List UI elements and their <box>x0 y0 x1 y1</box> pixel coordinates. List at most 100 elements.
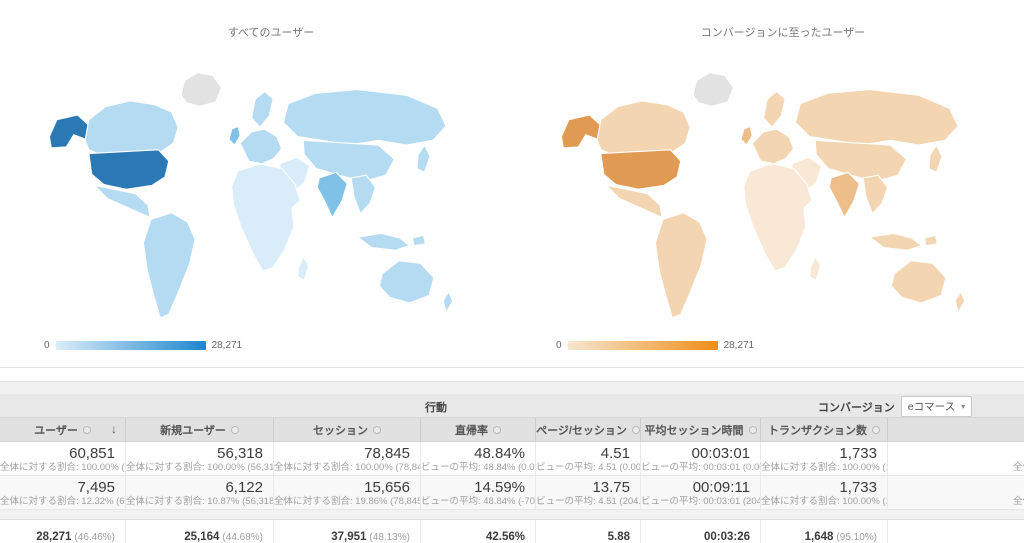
world-map-svg[interactable] <box>540 52 1002 334</box>
table-gap-band <box>0 510 1024 520</box>
cell-value: 1,733 <box>839 445 877 462</box>
column-header-label: セッション <box>313 424 368 437</box>
column-header-new-users[interactable]: 新規ユーザー <box>125 418 273 441</box>
legend-max-label: 28,271 <box>211 340 243 351</box>
table-row: 7,495 全体に対する割合: 12.32% (60,851) 6,122 全体… <box>0 476 1024 510</box>
column-header-avg-session-duration[interactable]: 平均セッション時間 <box>640 418 760 441</box>
world-map-svg[interactable] <box>28 52 490 334</box>
cell-subtext: ビューの平均: 00:03:01 (0.00%) <box>641 462 760 473</box>
info-icon[interactable] <box>872 425 880 434</box>
column-header-label: 直帰率 <box>455 424 488 437</box>
table-row: 60,851 全体に対する割合: 100.00% (60,851) 56,318… <box>0 442 1024 476</box>
table-summary-row: 28,271 (46.46%) 25,164 (44.68%) 37,951 (48.… <box>0 520 1024 543</box>
summary-avg-session-duration: 00:03:26 <box>640 520 760 543</box>
cell-sessions: 78,845 全体に対する割合: 100.00% (78,845) <box>273 442 420 475</box>
summary-clipped <box>887 520 1024 543</box>
column-header-users[interactable]: ユーザー ↓ <box>0 418 125 441</box>
cell-subtext: 全体に対する割合: 10.87% (56,318) <box>126 496 273 507</box>
behavior-group-label: 行動 <box>425 402 447 414</box>
maps-section: すべてのユーザー 0 28,271 コンバージョンに至ったユーザー 0 28,2… <box>0 0 1024 368</box>
info-icon[interactable] <box>230 425 239 434</box>
cell-pages-per-session: 4.51 ビューの平均: 4.51 (0.00%) <box>535 442 640 475</box>
cell-subtext: 全体に対する割合: 100.00% (56,318) <box>126 462 273 473</box>
table-top-spacer <box>0 368 1024 381</box>
column-header-transactions[interactable]: トランザクション数 <box>760 418 887 441</box>
info-icon[interactable] <box>373 425 381 434</box>
cell-value: 15,656 <box>364 479 410 496</box>
map-legend-all-users: 0 28,271 <box>44 340 242 351</box>
cell-value: 6,122 <box>225 479 263 496</box>
cell-transactions: 1,733 全体に対する割合: 100.00% (1,733) <box>760 476 887 509</box>
cell-bounce-rate: 48.84% ビューの平均: 48.84% (0.00%) <box>420 442 535 475</box>
table-toolbar-band <box>0 381 1024 394</box>
column-header-label: 平均セッション時間 <box>644 424 744 437</box>
summary-value: 37,951 <box>331 531 367 543</box>
column-header-pages-per-session[interactable]: ページ/セッション <box>535 418 640 441</box>
summary-new-users: 25,164 (44.68%) <box>125 520 273 543</box>
info-icon[interactable] <box>82 425 91 434</box>
cell-subtext: ビューの平均: 4.51 (204.89%) <box>536 496 640 507</box>
cell-clipped: 全体に <box>887 476 1024 509</box>
chevron-down-icon: ▾ <box>961 402 966 411</box>
summary-value: 42.56% <box>485 531 525 543</box>
cell-subtext: 全体に対する割合: 19.86% (78,845) <box>274 496 420 507</box>
summary-value: 5.88 <box>607 531 630 543</box>
conversion-group: コンバージョン eコマース ▾ <box>818 396 973 417</box>
info-icon[interactable] <box>631 425 640 434</box>
cell-subtext: 全体に対する割合: 12.32% (60,851) <box>0 496 125 507</box>
cell-value: 1,733 <box>839 479 877 496</box>
cell-new-users: 56,318 全体に対する割合: 100.00% (56,318) <box>125 442 273 475</box>
cell-value: 78,845 <box>364 445 410 462</box>
cell-subtext: ビューの平均: 4.51 (0.00%) <box>536 462 640 473</box>
column-header-sessions[interactable]: セッション <box>273 418 420 441</box>
cell-value: 7,495 <box>77 479 115 496</box>
summary-percent: (44.68%) <box>222 532 263 543</box>
conversion-group-label: コンバージョン <box>818 401 895 414</box>
map-panel-converted-users: コンバージョンに至ったユーザー 0 28,271 <box>512 0 1024 367</box>
cell-new-users: 6,122 全体に対する割合: 10.87% (56,318) <box>125 476 273 509</box>
summary-value: 00:03:26 <box>703 531 750 543</box>
sort-descending-icon[interactable]: ↓ <box>111 422 117 436</box>
column-header-clipped <box>887 418 1024 441</box>
cell-subtext: 全体に対する割合: 100.00% (1,733) <box>761 462 887 473</box>
column-header-label: トランザクション数 <box>768 424 867 437</box>
cell-value: 14.59% <box>474 479 525 496</box>
cell-value: 13.75 <box>592 479 630 496</box>
cell-subtext: ビューの平均: 00:03:01 (204.47%) <box>641 496 760 507</box>
map-legend-converted-users: 0 28,271 <box>556 340 754 351</box>
summary-value: 28,271 <box>36 531 72 543</box>
summary-percent: (95.10%) <box>836 532 877 543</box>
cell-subtext: ビューの平均: 48.84% (-70.13%) <box>421 496 535 507</box>
conversion-goal-value: eコマース <box>907 401 956 413</box>
summary-bounce-rate: 42.56% <box>420 520 535 543</box>
info-icon[interactable] <box>493 425 501 434</box>
legend-max-label: 28,271 <box>723 340 755 351</box>
column-header-bounce-rate[interactable]: 直帰率 <box>420 418 535 441</box>
cell-transactions: 1,733 全体に対する割合: 100.00% (1,733) <box>760 442 887 475</box>
cell-value: 48.84% <box>474 445 525 462</box>
cell-value: 00:09:11 <box>692 479 750 496</box>
world-map-all-users[interactable] <box>28 52 490 334</box>
cell-subtext: 全体に <box>1013 496 1024 507</box>
legend-gradient-bar <box>55 341 206 350</box>
info-icon[interactable] <box>748 425 757 434</box>
cell-clipped: 全体に <box>887 442 1024 475</box>
map-panel-all-users: すべてのユーザー 0 28,271 <box>0 0 512 367</box>
cell-subtext: 全体に対する割合: 100.00% (78,845) <box>274 462 420 473</box>
map-title-converted-users: コンバージョンに至ったユーザー <box>700 27 866 39</box>
cell-value: 60,851 <box>69 445 115 462</box>
cell-pages-per-session: 13.75 ビューの平均: 4.51 (204.89%) <box>535 476 640 509</box>
cell-subtext: 全体に対する割合: 100.00% (1,733) <box>761 496 887 507</box>
conversion-goal-dropdown[interactable]: eコマース ▾ <box>900 396 973 417</box>
cell-users: 7,495 全体に対する割合: 12.32% (60,851) <box>0 476 125 509</box>
column-header-label: ページ/セッション <box>536 424 627 437</box>
world-map-converted-users[interactable] <box>540 52 1002 334</box>
cell-subtext: 全体に <box>1013 462 1024 473</box>
column-header-label: 新規ユーザー <box>160 424 226 437</box>
cell-subtext: ビューの平均: 48.84% (0.00%) <box>421 462 535 473</box>
map-title-all-users: すべてのユーザー <box>227 27 315 39</box>
summary-percent: (46.46%) <box>74 532 115 543</box>
cell-bounce-rate: 14.59% ビューの平均: 48.84% (-70.13%) <box>420 476 535 509</box>
cell-sessions: 15,656 全体に対する割合: 19.86% (78,845) <box>273 476 420 509</box>
analytics-geo-comparison-screen: すべてのユーザー 0 28,271 コンバージョンに至ったユーザー 0 28,2… <box>0 0 1024 543</box>
